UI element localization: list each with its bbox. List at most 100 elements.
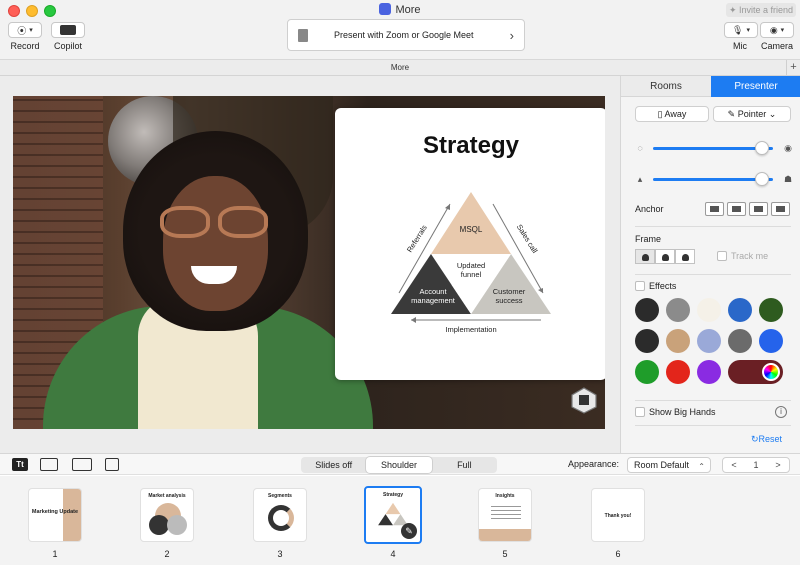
slide-pager: < 1 > xyxy=(722,457,790,473)
effect-swatch-4[interactable] xyxy=(728,298,752,322)
window-title-text: More xyxy=(395,4,421,16)
frame-options xyxy=(635,249,695,264)
anchor-top-right-icon[interactable] xyxy=(749,202,768,216)
slide-title: Strategy xyxy=(423,132,520,159)
effect-swatch-8[interactable] xyxy=(697,329,721,353)
effect-swatch-11[interactable] xyxy=(635,360,659,384)
anchor-bottom-left-icon[interactable] xyxy=(705,202,724,216)
effect-swatch-9[interactable] xyxy=(728,329,752,353)
title-bar: More ✦ Invite a friend ⦿ ▾ Record Copilot… xyxy=(0,0,800,60)
label-referrals: Referrals xyxy=(405,223,429,254)
tab-rooms[interactable]: Rooms xyxy=(621,76,711,97)
thumb-title: Market analysis xyxy=(148,493,186,499)
person-glasses xyxy=(160,206,270,240)
reset-icon: ↻ xyxy=(751,434,759,444)
mic-button[interactable]: 🎙 ▾ Mic xyxy=(724,22,758,51)
tab-more[interactable]: More xyxy=(391,63,409,72)
triangle-top xyxy=(431,192,511,254)
effect-swatch-1[interactable] xyxy=(635,298,659,322)
copilot-button[interactable]: Copilot xyxy=(50,22,86,51)
opacity-slider[interactable]: ◌ ◉ xyxy=(635,141,793,157)
thumb-title: Marketing Update xyxy=(31,509,79,515)
size-slider-knob[interactable] xyxy=(755,172,769,186)
slide-thumbnail-2[interactable]: Market analysis xyxy=(140,488,194,542)
reset-label: Reset xyxy=(758,434,783,444)
custom-color-swatch[interactable] xyxy=(728,360,783,384)
mic-label: Mic xyxy=(733,41,747,51)
screen-share-icon[interactable] xyxy=(72,458,92,471)
chevron-down-icon: ▾ xyxy=(29,27,33,34)
away-button[interactable]: ▯ Away xyxy=(635,106,709,122)
effects-label: Effects xyxy=(649,281,677,291)
slide-thumbnail-3[interactable]: Segments xyxy=(253,488,307,542)
effect-swatch-7[interactable] xyxy=(666,329,690,353)
slide-thumbnail-1[interactable]: Marketing Update xyxy=(28,488,82,542)
appearance-select[interactable]: Room Default xyxy=(627,457,711,474)
edit-pencil-icon[interactable]: ✎ xyxy=(401,523,417,539)
big-hands-toggle[interactable]: Show Big Hands xyxy=(635,407,716,417)
info-icon[interactable]: i xyxy=(775,406,787,418)
new-tab-button[interactable]: + xyxy=(786,60,800,75)
mode-shoulder[interactable]: Shoulder xyxy=(366,457,432,473)
effect-swatch-13[interactable] xyxy=(697,360,721,384)
person-small-icon: ▴ xyxy=(637,174,643,184)
bottom-toolbar: Tt Slides off Shoulder Full Appearance: … xyxy=(0,453,800,475)
effect-swatch-2[interactable] xyxy=(666,298,690,322)
opacity-slider-knob[interactable] xyxy=(755,141,769,155)
label-msql: MSQL xyxy=(460,225,483,234)
slide-thumbnail-4[interactable]: Strategy ✎ xyxy=(364,486,422,544)
away-icon: ▯ xyxy=(657,109,663,119)
text-tool-icon[interactable]: Tt xyxy=(12,458,28,471)
slide-thumbnail-5[interactable]: Insights xyxy=(478,488,532,542)
slide-number: 1 xyxy=(52,549,58,559)
tab-bar: More + xyxy=(0,60,800,76)
camera-label: Camera xyxy=(760,41,793,51)
next-slide-button[interactable]: > xyxy=(767,458,789,472)
effect-swatch-10[interactable] xyxy=(759,329,783,353)
mode-slides-off[interactable]: Slides off xyxy=(301,457,366,473)
slide-number: 4 xyxy=(390,549,396,559)
slide-card[interactable]: Strategy MSQL Updated funnel Account man… xyxy=(335,108,605,380)
page-number[interactable]: 1 xyxy=(745,458,767,472)
pointer-select[interactable]: ✎ Pointer ⌄ xyxy=(713,106,791,122)
divider xyxy=(635,274,791,275)
anchor-top-left-icon[interactable] xyxy=(727,202,746,216)
thumb-title: Thank you! xyxy=(604,513,632,519)
effects-checkbox[interactable] xyxy=(635,281,645,291)
effect-swatch-5[interactable] xyxy=(759,298,783,322)
size-slider[interactable]: ▴ ☗ xyxy=(635,172,793,188)
big-hands-label: Show Big Hands xyxy=(649,407,716,417)
stage: Strategy MSQL Updated funnel Account man… xyxy=(0,76,620,453)
track-me-toggle[interactable]: Track me xyxy=(717,251,768,261)
reset-button[interactable]: ↻Reset xyxy=(751,434,782,445)
big-hands-checkbox[interactable] xyxy=(635,407,645,417)
record-button[interactable]: ⦿ ▾ Record xyxy=(8,22,42,51)
frame-round-icon[interactable] xyxy=(675,249,695,264)
calendar-icon[interactable] xyxy=(105,458,119,471)
tab-presenter[interactable]: Presenter xyxy=(711,76,800,97)
invite-button[interactable]: ✦ Invite a friend xyxy=(726,3,796,17)
frame-full-icon[interactable] xyxy=(635,249,655,264)
effect-swatch-12[interactable] xyxy=(666,360,690,384)
effect-swatch-6[interactable] xyxy=(635,329,659,353)
effects-toggle[interactable]: Effects xyxy=(635,281,676,291)
image-tool-icon[interactable] xyxy=(40,458,58,471)
color-wheel-icon[interactable] xyxy=(762,363,780,381)
prev-slide-button[interactable]: < xyxy=(723,458,745,472)
frame-rect-icon[interactable] xyxy=(655,249,675,264)
label-right-2: success xyxy=(495,296,522,305)
track-me-checkbox[interactable] xyxy=(717,251,727,261)
app-logo-icon xyxy=(379,3,392,15)
person-face xyxy=(163,176,268,311)
camera-button[interactable]: ◉ ▾ Camera xyxy=(760,22,794,51)
effect-swatch-3[interactable] xyxy=(697,298,721,322)
present-with-zoom-button[interactable]: Present with Zoom or Google Meet › xyxy=(287,19,525,51)
slide-thumbnail-6[interactable]: Thank you! xyxy=(591,488,645,542)
strategy-diagram: Strategy MSQL Updated funnel Account man… xyxy=(391,132,551,334)
person-large-icon: ☗ xyxy=(783,174,793,184)
thumb-title: Insights xyxy=(495,493,515,499)
anchor-bottom-right-icon[interactable] xyxy=(771,202,790,216)
mode-full[interactable]: Full xyxy=(432,457,497,473)
invite-label: Invite a friend xyxy=(739,5,794,15)
away-label: Away xyxy=(664,109,687,119)
